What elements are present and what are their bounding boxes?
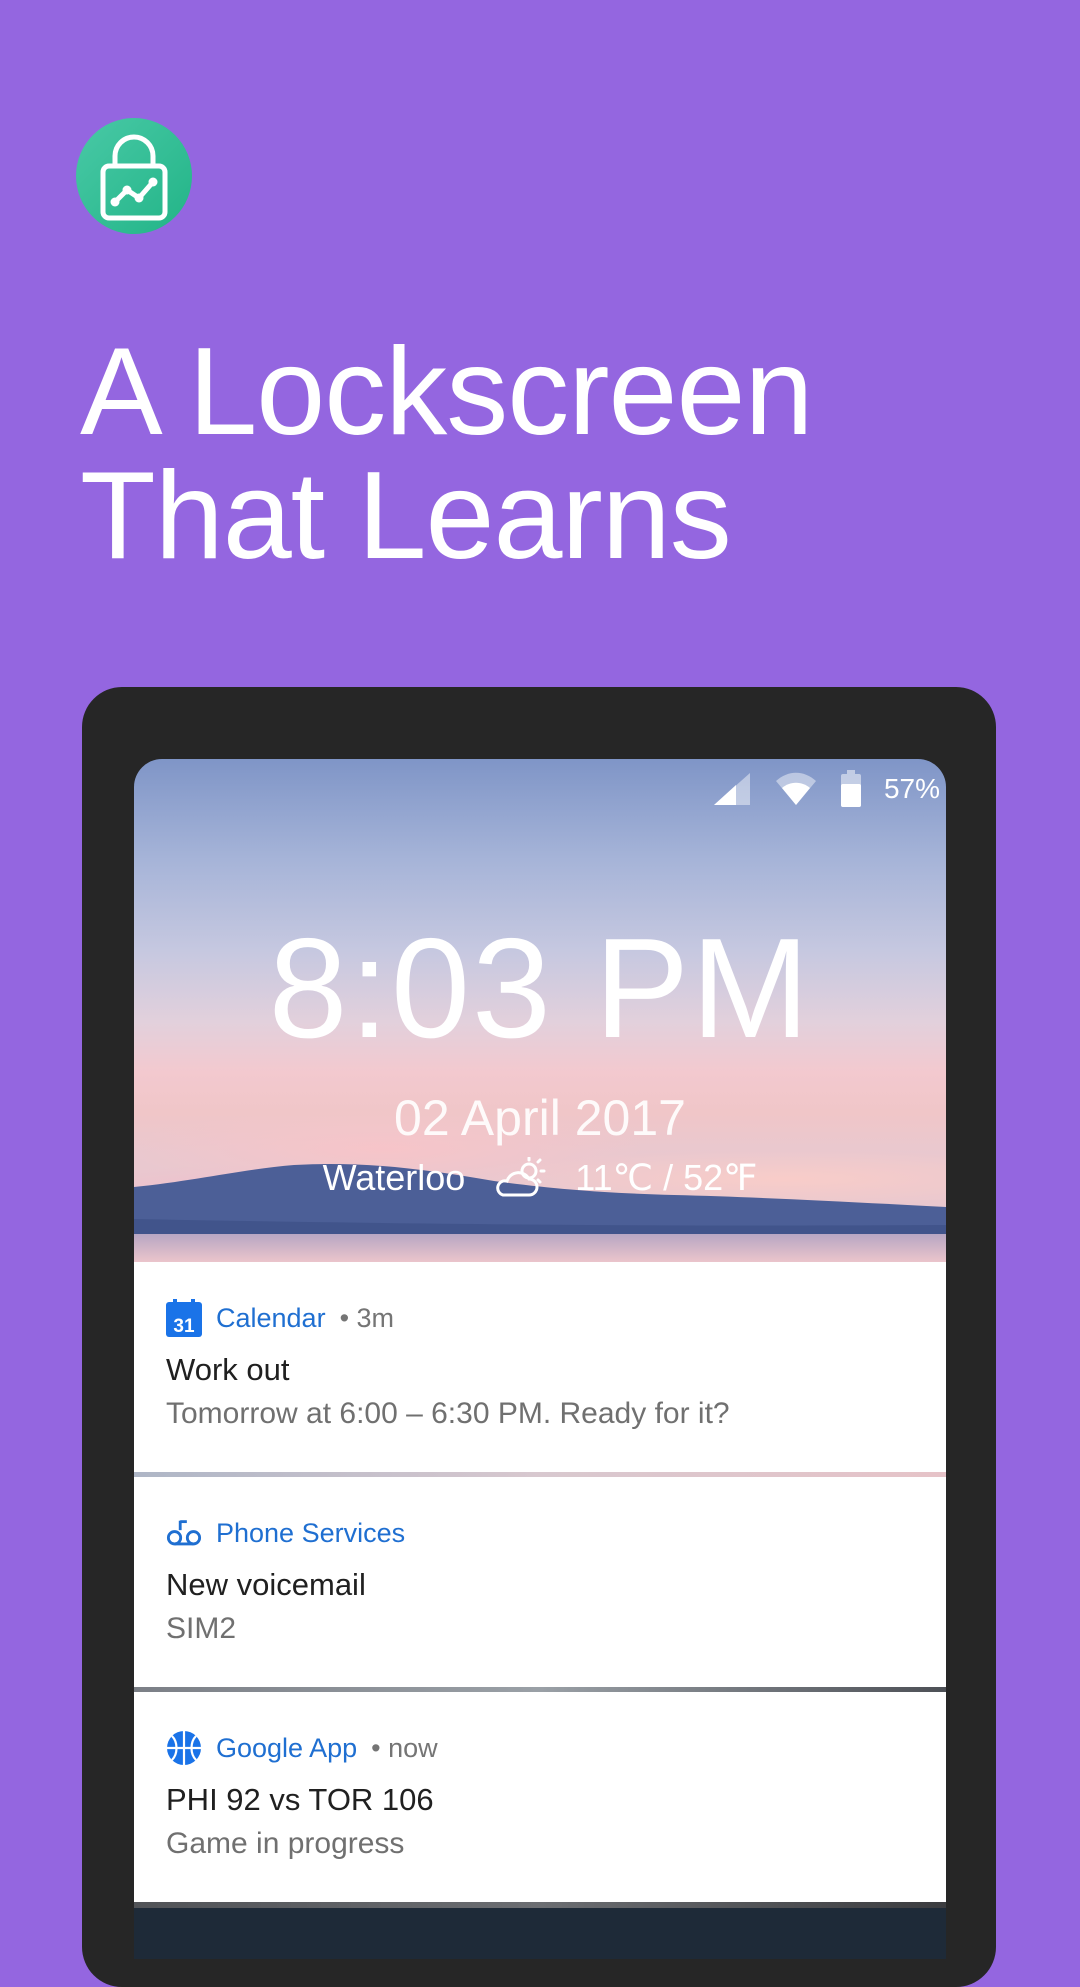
cellular-signal-icon [713, 773, 750, 805]
wifi-icon [775, 772, 816, 805]
status-bar: 57% [712, 769, 940, 809]
notification-title: Work out [166, 1352, 290, 1387]
basketball-icon [166, 1730, 202, 1766]
notification-title: PHI 92 vs TOR 106 [166, 1782, 434, 1817]
battery-icon [840, 770, 861, 807]
lock-graph-icon [100, 134, 168, 221]
lockscreen: 57% 8:03 PM 02 April 2017 Waterloo 11℃ /… [134, 759, 946, 1959]
notification-title: New voicemail [166, 1567, 366, 1602]
notification-body: Game in progress [166, 1827, 405, 1860]
voicemail-icon [166, 1515, 202, 1551]
lockscreen-clock: 8:03 PM [268, 909, 812, 1068]
wallpaper: 57% 8:03 PM 02 April 2017 Waterloo 11℃ /… [134, 759, 946, 1269]
notification-app-name: Phone Services [216, 1517, 406, 1548]
notification-app-name: Calendar [216, 1302, 326, 1333]
notification-calendar[interactable]: 31 Calendar • 3m Work out Tomorrow at 6:… [134, 1262, 946, 1472]
partly-cloudy-icon [496, 1157, 546, 1197]
notification-app-name: Google App [216, 1732, 358, 1763]
app-logo [76, 118, 192, 234]
notification-header: 31 Calendar • 3m [166, 1299, 395, 1337]
headline-line-2: That Learns [80, 447, 732, 585]
notification-time: • now [371, 1732, 438, 1763]
notification-gap [134, 1902, 946, 1908]
wallpaper-water [134, 1234, 946, 1264]
notification-google-app[interactable]: Google App • now PHI 92 vs TOR 106 Game … [134, 1692, 946, 1902]
calendar-icon: 31 [166, 1299, 202, 1337]
notification-body: Tomorrow at 6:00 – 6:30 PM. Ready for it… [166, 1397, 730, 1430]
headline: A Lockscreen That Learns [80, 323, 813, 585]
notification-header: Phone Services [166, 1515, 405, 1551]
headline-line-1: A Lockscreen [80, 323, 813, 461]
calendar-icon-day: 31 [173, 1316, 195, 1337]
notification-body: SIM2 [166, 1612, 237, 1645]
lockscreen-date: 02 April 2017 [394, 1090, 686, 1146]
notification-phone-services[interactable]: Phone Services New voicemail SIM2 [134, 1477, 946, 1687]
weather-row: Waterloo 11℃ / 52℉ [134, 1157, 946, 1199]
notification-header: Google App • now [166, 1730, 438, 1766]
battery-percentage: 57% [883, 773, 940, 804]
weather-location: Waterloo [322, 1157, 466, 1198]
weather-temperature: 11℃ / 52℉ [575, 1157, 758, 1198]
notification-time: • 3m [339, 1302, 395, 1333]
